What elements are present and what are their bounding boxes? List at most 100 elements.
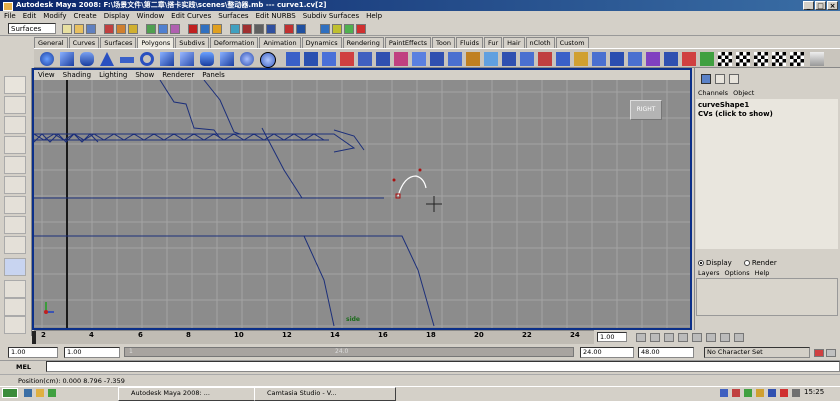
- tab-fur[interactable]: Fur: [483, 37, 503, 48]
- ipr-render-icon[interactable]: [254, 24, 264, 34]
- four-pane-layout-icon[interactable]: [4, 298, 26, 316]
- panel-menu-panels[interactable]: Panels: [202, 70, 225, 80]
- render-icon[interactable]: [242, 24, 252, 34]
- triangulate-icon[interactable]: [610, 52, 624, 66]
- poly-soccer-ball-icon[interactable]: [240, 52, 254, 66]
- poly-cylinder-icon[interactable]: [80, 52, 94, 66]
- preferences-icon[interactable]: [826, 349, 836, 357]
- mirror-icon[interactable]: [412, 52, 426, 66]
- input-icon[interactable]: [284, 24, 294, 34]
- single-pane-layout-icon[interactable]: [4, 280, 26, 298]
- toggle-layer-editor-icon[interactable]: [356, 24, 366, 34]
- snap-curve-icon[interactable]: [170, 24, 180, 34]
- side-viewport[interactable]: [34, 80, 690, 328]
- snap-point-icon[interactable]: [200, 24, 210, 34]
- mel-command-input[interactable]: [46, 361, 840, 372]
- extrude-icon[interactable]: [430, 52, 444, 66]
- channel-node-name[interactable]: curveShape1: [698, 101, 836, 110]
- render-settings-icon[interactable]: [266, 24, 276, 34]
- auto-key-icon[interactable]: [814, 349, 824, 357]
- select-tool-icon[interactable]: [4, 76, 26, 94]
- spherical-mapping-icon[interactable]: [700, 52, 714, 66]
- tray-icon-5[interactable]: [768, 389, 776, 397]
- panel-menu-show[interactable]: Show: [135, 70, 154, 80]
- tab-dynamics[interactable]: Dynamics: [301, 37, 342, 48]
- split-polygon-icon[interactable]: [484, 52, 498, 66]
- play-forwards-icon[interactable]: [692, 333, 702, 342]
- panel-menu-renderer[interactable]: Renderer: [162, 70, 194, 80]
- menu-create[interactable]: Create: [73, 11, 96, 22]
- range-slider[interactable]: 1 24.0: [124, 347, 574, 357]
- menu-set-dropdown[interactable]: Surfaces: [8, 23, 56, 34]
- collapse-icon[interactable]: [574, 52, 588, 66]
- poly-helix-icon[interactable]: [220, 52, 234, 66]
- step-forward-frame-icon[interactable]: [706, 333, 716, 342]
- toggle-attribute-editor-icon[interactable]: [320, 24, 330, 34]
- move-tool-icon[interactable]: [4, 136, 26, 154]
- menu-display[interactable]: Display: [104, 11, 130, 22]
- window-title-bar[interactable]: Autodesk Maya 2008: F:\场景文件\第二章\搭卡实践\sce…: [0, 0, 840, 11]
- layer-menu-layers[interactable]: Layers: [698, 268, 720, 278]
- select-by-component-icon[interactable]: [128, 24, 138, 34]
- planar-mapping-icon[interactable]: [664, 52, 678, 66]
- tab-toon[interactable]: Toon: [432, 37, 455, 48]
- offset-edge-loop-icon[interactable]: [520, 52, 534, 66]
- merge-vertices-icon[interactable]: [556, 52, 570, 66]
- step-forward-key-icon[interactable]: [720, 333, 730, 342]
- cylindrical-mapping-icon[interactable]: [682, 52, 696, 66]
- lasso-tool-icon[interactable]: [4, 96, 26, 114]
- menu-window[interactable]: Window: [137, 11, 165, 22]
- menu-edit[interactable]: Edit: [23, 11, 37, 22]
- panel-menu-view[interactable]: View: [38, 70, 55, 80]
- last-tool-icon[interactable]: [4, 258, 26, 276]
- poly-pipe-icon[interactable]: [200, 52, 214, 66]
- shelf-options-icon[interactable]: [810, 52, 824, 66]
- playback-end-field[interactable]: 24.00: [580, 347, 634, 358]
- tab-fluids[interactable]: Fluids: [455, 37, 483, 48]
- outliner-layout-icon[interactable]: [4, 316, 26, 334]
- checker-icon[interactable]: [718, 52, 732, 66]
- fill-hole-icon[interactable]: [592, 52, 606, 66]
- tray-icon-6[interactable]: [780, 389, 788, 397]
- checker-icon-4[interactable]: [772, 52, 786, 66]
- poly-cone-icon[interactable]: [100, 52, 114, 66]
- append-polygon-icon[interactable]: [466, 52, 480, 66]
- history-icon[interactable]: [230, 24, 240, 34]
- animation-start-field[interactable]: 1.00: [8, 347, 58, 358]
- rotate-tool-icon[interactable]: [4, 156, 26, 174]
- playback-start-field[interactable]: 1.00: [64, 347, 120, 358]
- bridge-icon[interactable]: [448, 52, 462, 66]
- checker-icon-3[interactable]: [754, 52, 768, 66]
- layer-menu-help[interactable]: Help: [755, 268, 770, 278]
- character-set-dropdown[interactable]: No Character Set: [704, 347, 810, 358]
- tab-ncloth[interactable]: nCloth: [525, 37, 555, 48]
- current-time-marker[interactable]: [32, 331, 36, 344]
- snap-view-icon[interactable]: [212, 24, 222, 34]
- poly-prism-icon[interactable]: [160, 52, 174, 66]
- select-by-object-icon[interactable]: [116, 24, 126, 34]
- poly-platonic-icon[interactable]: [260, 52, 276, 68]
- scale-tool-icon[interactable]: [4, 176, 26, 194]
- uv-editor-icon[interactable]: [646, 52, 660, 66]
- tab-general[interactable]: General: [34, 37, 68, 48]
- smooth-icon[interactable]: [394, 52, 408, 66]
- poly-cube-icon[interactable]: [60, 52, 74, 66]
- boolean-union-icon[interactable]: [340, 52, 354, 66]
- tab-custom[interactable]: Custom: [555, 37, 589, 48]
- menu-modify[interactable]: Modify: [43, 11, 66, 22]
- toggle-channel-box-icon[interactable]: [344, 24, 354, 34]
- quadrangulate-icon[interactable]: [628, 52, 642, 66]
- selection-mask-icon[interactable]: [146, 24, 156, 34]
- play-backwards-icon[interactable]: [678, 333, 688, 342]
- minimize-button[interactable]: _: [803, 1, 814, 10]
- view-cube-right[interactable]: RIGHT: [630, 100, 662, 120]
- go-to-end-icon[interactable]: [734, 333, 744, 342]
- save-scene-icon[interactable]: [86, 24, 96, 34]
- checker-icon-5[interactable]: [790, 52, 804, 66]
- current-frame-field[interactable]: 1.00: [597, 332, 627, 342]
- tab-surfaces[interactable]: Surfaces: [100, 37, 137, 48]
- menu-surfaces[interactable]: Surfaces: [218, 11, 248, 22]
- show-manipulator-icon[interactable]: [4, 236, 26, 254]
- poly-pyramid-icon[interactable]: [180, 52, 194, 66]
- tab-deformation[interactable]: Deformation: [209, 37, 259, 48]
